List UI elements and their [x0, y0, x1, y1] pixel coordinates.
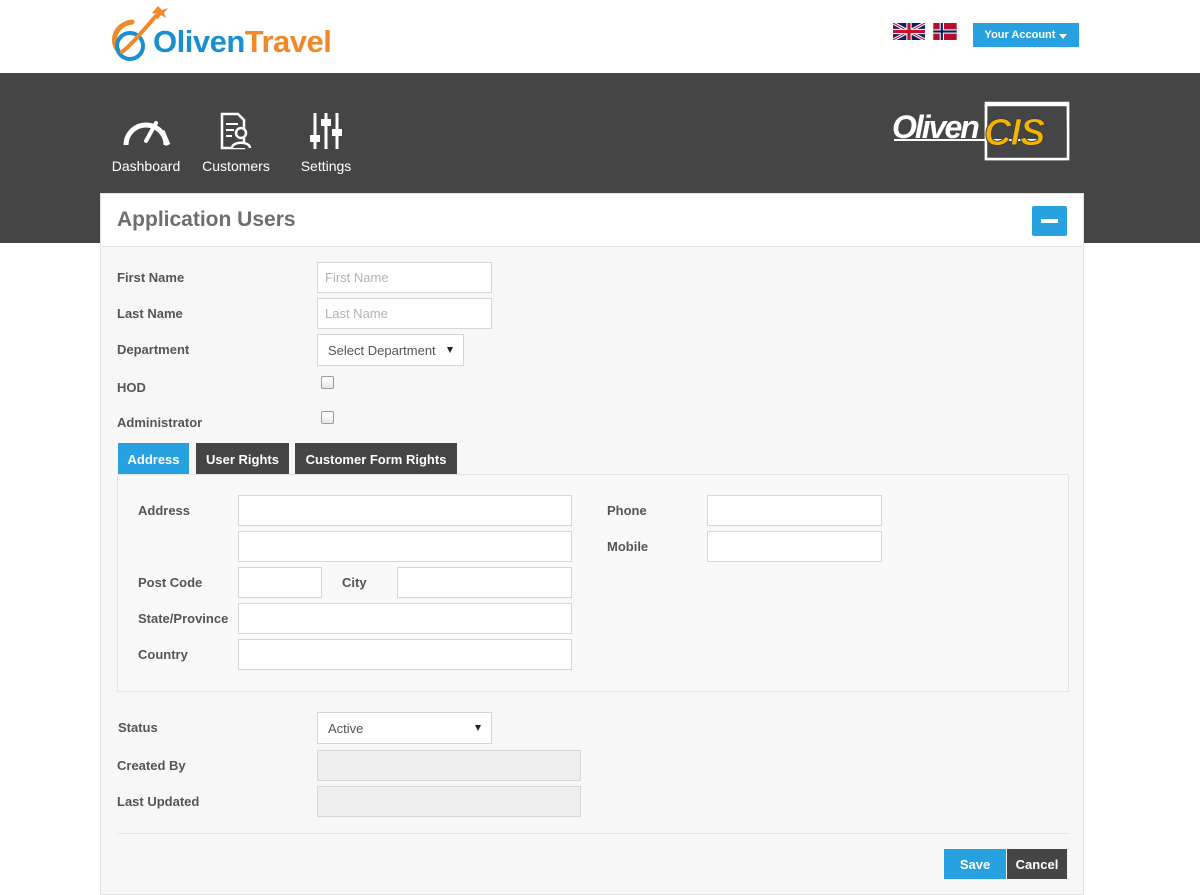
department-select[interactable]: Select Department [317, 334, 464, 366]
oliventravel-logo[interactable]: OlivenTravel [108, 2, 378, 68]
svg-text:CIS: CIS [984, 112, 1045, 154]
select-arrow-icon [475, 725, 481, 731]
status-label: Status [118, 720, 158, 735]
chevron-down-icon [1059, 33, 1068, 39]
country-label: Country [138, 647, 188, 662]
status-selected-value: Active [328, 720, 364, 736]
oliven-cis-logo: Oliven CIS [890, 101, 1072, 163]
address-line2-input[interactable] [238, 531, 572, 562]
tab-customer-form-rights[interactable]: Customer Form Rights [295, 443, 457, 475]
your-account-button[interactable]: Your Account [973, 23, 1079, 47]
created-by-label: Created By [117, 758, 186, 773]
status-select[interactable]: Active [317, 712, 492, 744]
norway-flag-icon[interactable] [929, 23, 961, 40]
created-by-field [317, 750, 581, 781]
mobile-label: Mobile [607, 539, 649, 554]
city-input[interactable] [397, 567, 572, 598]
page-title: Application Users [117, 208, 296, 231]
speedometer-icon [123, 121, 171, 146]
nav-item-dashboard[interactable]: Dashboard [110, 111, 182, 174]
post-code-input[interactable] [238, 567, 322, 598]
cancel-button[interactable]: Cancel [1007, 849, 1067, 879]
department-label: Department [117, 342, 190, 357]
first-name-input[interactable]: First Name [317, 262, 492, 293]
country-input[interactable] [238, 639, 572, 670]
svg-text:Oliven: Oliven [892, 109, 979, 145]
post-code-label: Post Code [138, 575, 203, 590]
your-account-label: Your Account [984, 29, 1056, 41]
last-updated-field [317, 786, 581, 817]
sliders-icon [310, 113, 342, 149]
language-flags [893, 23, 961, 40]
mobile-input[interactable] [707, 531, 882, 562]
address-line1-input[interactable] [238, 495, 572, 526]
nav-item-customers[interactable]: Customers [200, 111, 272, 174]
hod-checkbox[interactable] [321, 376, 334, 389]
nav-label-dashboard: Dashboard [111, 158, 181, 174]
tab-user-rights[interactable]: User Rights [196, 443, 289, 475]
top-header: OlivenTravel Your Account [0, 0, 1200, 73]
city-label: City [342, 575, 367, 590]
last-name-label: Last Name [117, 306, 183, 321]
address-tab-content: Address Post Code City State/Province Co… [117, 474, 1069, 692]
application-users-panel: Application Users First Name First Name … [100, 193, 1084, 895]
state-province-input[interactable] [238, 603, 572, 634]
nav-item-settings[interactable]: Settings [296, 111, 356, 174]
phone-input[interactable] [707, 495, 882, 526]
department-selected-value: Select Department [328, 342, 436, 358]
select-arrow-icon [447, 347, 453, 353]
first-name-label: First Name [117, 270, 185, 285]
form-divider [117, 833, 1069, 834]
address-label: Address [138, 503, 191, 518]
phone-label: Phone [607, 503, 647, 518]
tab-address[interactable]: Address [118, 443, 189, 475]
logo-text: OlivenTravel [153, 24, 332, 59]
customer-document-icon [220, 112, 252, 150]
administrator-label: Administrator [117, 415, 203, 430]
save-button[interactable]: Save [944, 849, 1006, 879]
cis-logo-graphic: Oliven CIS [892, 101, 1070, 161]
hod-label: HOD [117, 380, 146, 395]
nav-label-settings: Settings [300, 158, 352, 174]
collapse-panel-button[interactable] [1032, 206, 1067, 236]
uk-flag-icon[interactable] [893, 23, 925, 40]
last-updated-label: Last Updated [117, 794, 200, 809]
state-province-label: State/Province [138, 611, 229, 626]
last-name-input[interactable]: Last Name [317, 298, 492, 329]
panel-header: Application Users [101, 194, 1083, 247]
nav-label-customers: Customers [202, 158, 270, 174]
administrator-checkbox[interactable] [321, 411, 334, 424]
